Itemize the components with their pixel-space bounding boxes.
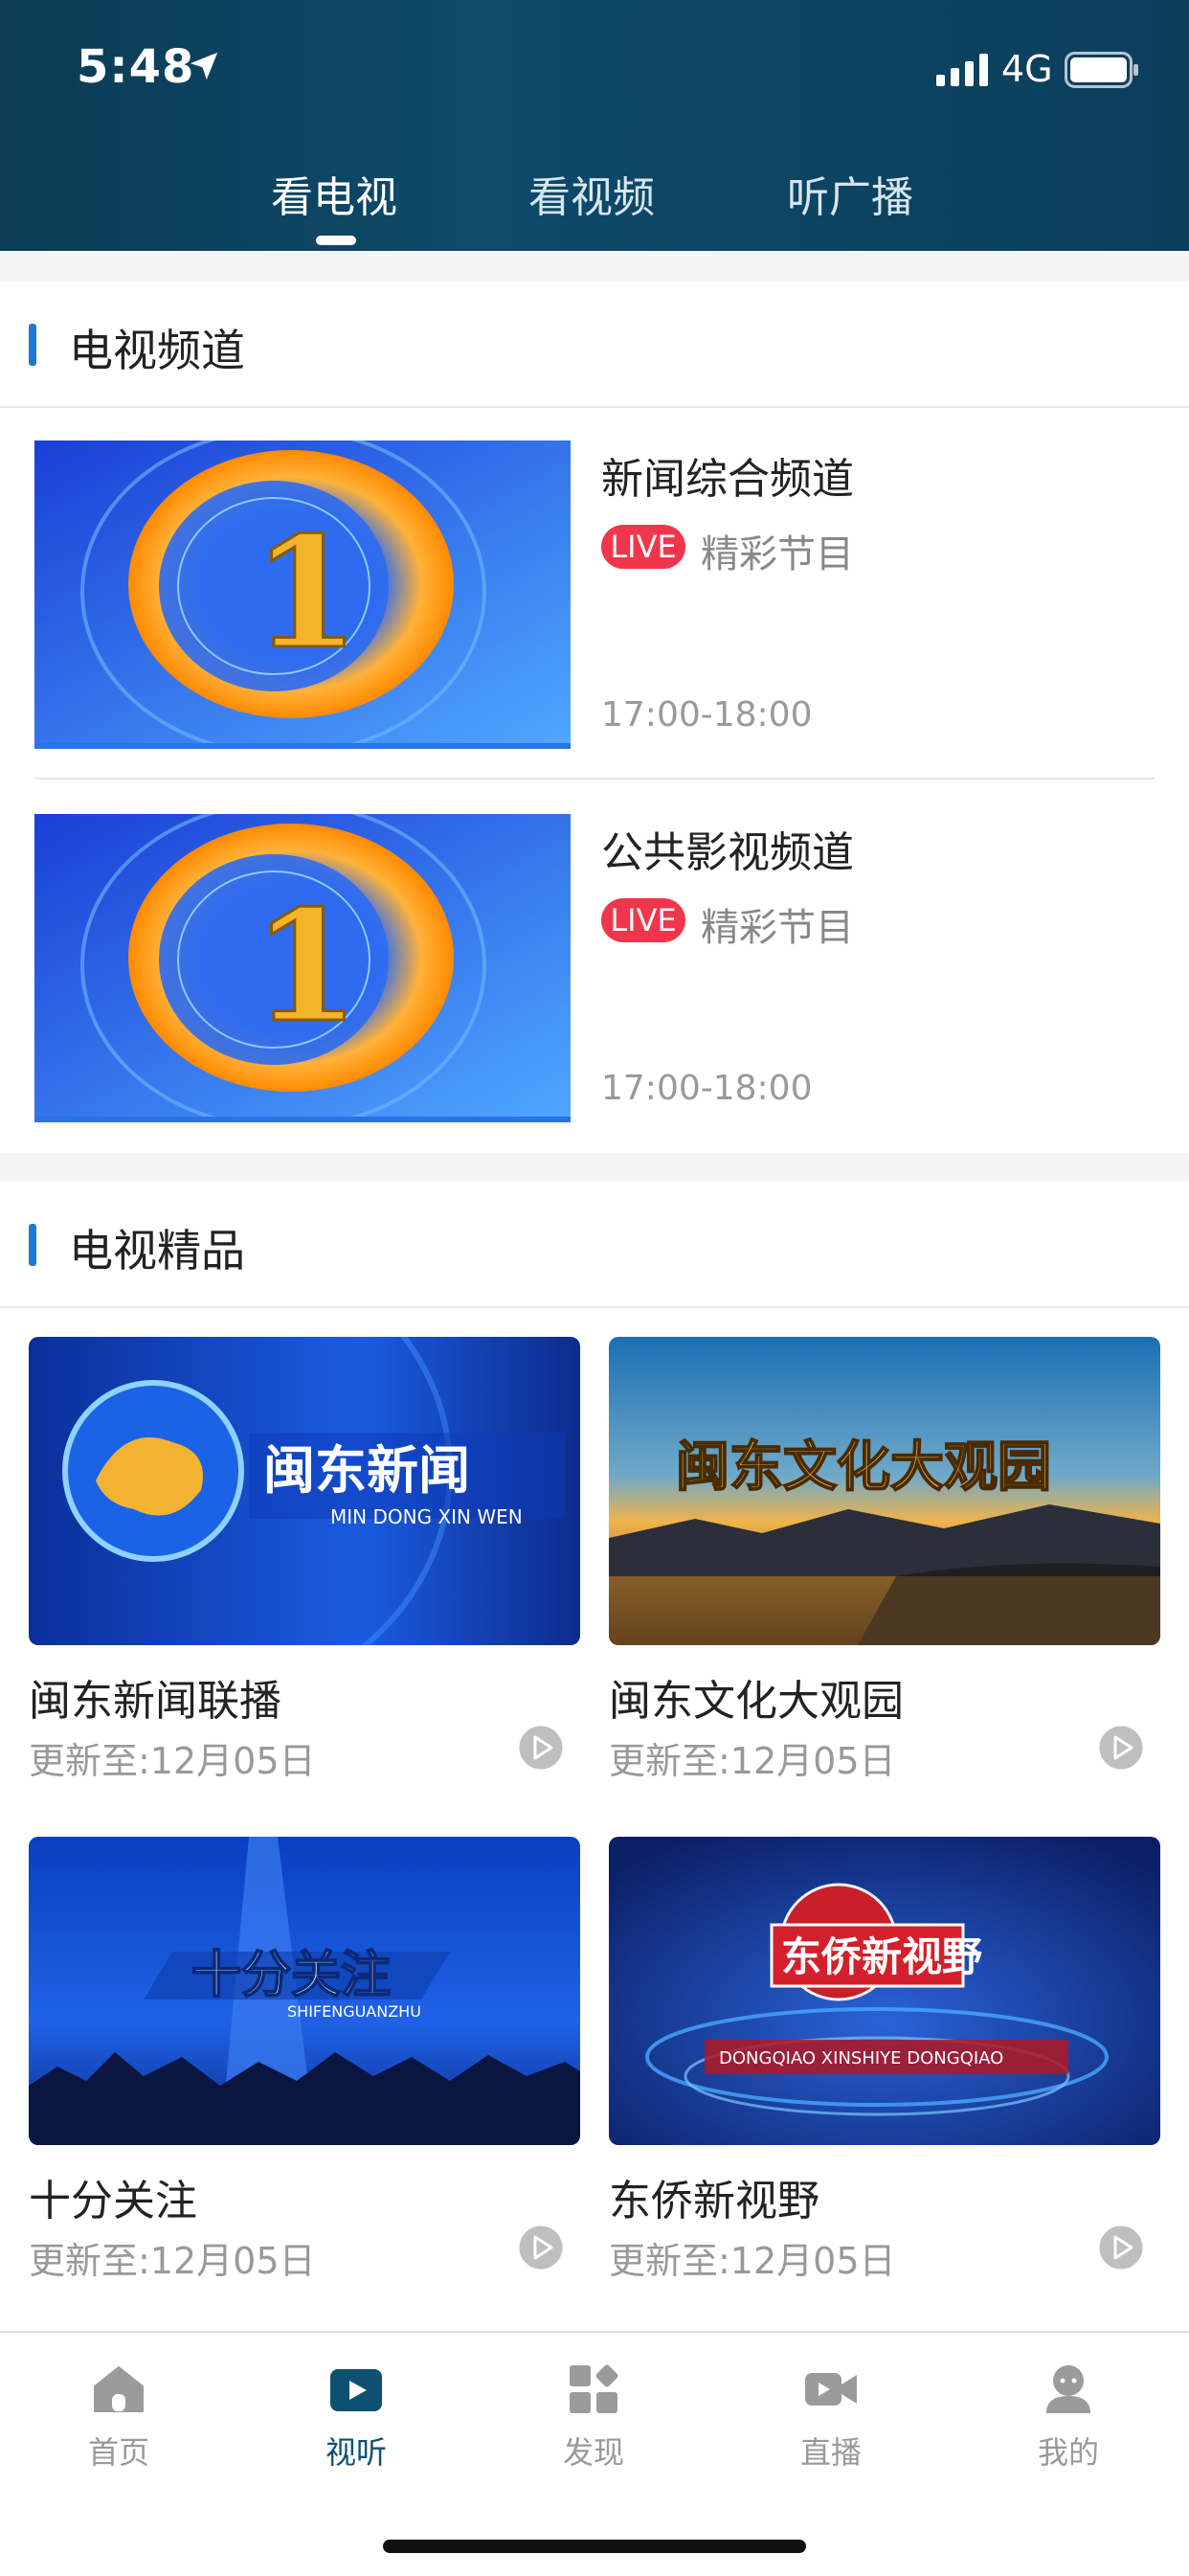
- update-date: 更新至:12月05日: [609, 2240, 896, 2282]
- channel-name: 公共影视频道: [601, 828, 854, 877]
- program-card[interactable]: 东侨新视野 DONGQIAO XINSHIYE DONGQIAO 东侨新视野 更…: [609, 1837, 1160, 2287]
- tab-audiovisual[interactable]: 视听: [299, 2361, 414, 2473]
- channel-logo-text: 1: [253, 876, 359, 1056]
- play-icon[interactable]: [1095, 2222, 1147, 2273]
- program-time: 17:00-18:00: [601, 1069, 813, 1108]
- channel-logo-text: 1: [253, 503, 359, 683]
- header: 5:48 4G 看电视 看视频 听广播: [0, 0, 1189, 251]
- home-indicator[interactable]: [383, 2540, 806, 2553]
- discover-icon: [570, 2364, 618, 2413]
- tab-home[interactable]: 首页: [61, 2361, 176, 2473]
- program-logo-text: 十分关注: [191, 1947, 391, 2004]
- tab-listen-radio[interactable]: 听广播: [787, 163, 913, 224]
- channel-row[interactable]: 1 公共影视频道 LIVE 精彩节目 17:00-18:00: [0, 780, 1189, 1153]
- tab-live[interactable]: 直播: [774, 2361, 888, 2473]
- video-camera-icon: [805, 2373, 857, 2406]
- section-title: 电视频道: [69, 325, 245, 376]
- tab-watch-tv[interactable]: 看电视: [271, 163, 397, 224]
- top-tabs: 看电视 看视频 听广播: [0, 153, 1189, 249]
- program-title: 十分关注: [29, 2177, 197, 2226]
- program-name: 精彩节目: [701, 532, 854, 576]
- location-arrow-icon: [190, 52, 218, 80]
- program-card[interactable]: 十分关注 SHIFENGUANZHU 十分关注 更新至:12月05日: [29, 1837, 580, 2287]
- battery-icon: [1065, 52, 1138, 88]
- channel-name: 新闻综合频道: [601, 455, 854, 504]
- program-logo-text: 闽东新闻: [263, 1440, 470, 1501]
- section-title: 电视精品: [69, 1225, 245, 1277]
- program-title: 闽东新闻联播: [29, 1677, 281, 1726]
- program-thumbnail[interactable]: 闽东新闻 MIN DONG XIN WEN: [29, 1337, 580, 1645]
- tab-label: 发现: [562, 2434, 624, 2471]
- channel-thumbnail[interactable]: 1: [34, 441, 571, 749]
- tab-watch-video[interactable]: 看视频: [528, 163, 655, 224]
- active-tab-indicator: [316, 236, 356, 245]
- tv-premium-section: 电视精品 闽东新闻 MIN DONG XIN WEN 闽东新闻联播 更新至:12…: [0, 1182, 1189, 2331]
- live-badge: LIVE: [601, 898, 685, 942]
- tv-channels-section: 电视频道 1 新闻综合频道 LIVE 精彩节目 17:00-18:00 1 公共…: [0, 282, 1189, 1153]
- tab-label: 直播: [799, 2434, 862, 2471]
- program-logo-subtext: DONGQIAO XINSHIYE DONGQIAO: [719, 2048, 1003, 2068]
- tab-label: 我的: [1037, 2434, 1099, 2471]
- program-thumbnail[interactable]: 闽东文化大观园: [609, 1337, 1160, 1645]
- play-icon[interactable]: [515, 2222, 567, 2273]
- program-name: 精彩节目: [701, 906, 854, 950]
- program-thumbnail[interactable]: 十分关注 SHIFENGUANZHU: [29, 1837, 580, 2145]
- profile-icon: [1046, 2365, 1090, 2413]
- update-date: 更新至:12月05日: [609, 1740, 896, 1782]
- play-icon[interactable]: [515, 1722, 567, 1774]
- section-accent-bar: [29, 1224, 36, 1266]
- update-date: 更新至:12月05日: [29, 1740, 316, 1782]
- play-icon[interactable]: [1095, 1722, 1147, 1774]
- update-date: 更新至:12月05日: [29, 2240, 316, 2282]
- program-title: 东侨新视野: [609, 2177, 819, 2226]
- program-card[interactable]: 闽东文化大观园 闽东文化大观园 更新至:12月05日: [609, 1337, 1160, 1787]
- program-thumbnail[interactable]: 东侨新视野 DONGQIAO XINSHIYE DONGQIAO: [609, 1837, 1160, 2145]
- home-icon: [94, 2366, 144, 2412]
- section-header: 电视精品: [0, 1182, 1189, 1308]
- program-logo-text: 东侨新视野: [781, 1933, 982, 1980]
- tab-label: 首页: [87, 2434, 149, 2471]
- channel-row[interactable]: 1 新闻综合频道 LIVE 精彩节目 17:00-18:00: [0, 406, 1189, 780]
- status-time: 5:48: [77, 40, 195, 94]
- program-time: 17:00-18:00: [601, 695, 813, 734]
- program-card[interactable]: 闽东新闻 MIN DONG XIN WEN 闽东新闻联播 更新至:12月05日: [29, 1337, 580, 1787]
- cellular-signal-icon: [936, 54, 988, 86]
- section-header: 电视频道: [0, 282, 1189, 408]
- program-logo-subtext: MIN DONG XIN WEN: [330, 1505, 523, 1528]
- network-type: 4G: [1001, 48, 1053, 90]
- play-icon: [330, 2369, 382, 2411]
- tab-profile[interactable]: 我的: [1011, 2361, 1126, 2473]
- tab-discover[interactable]: 发现: [536, 2361, 651, 2473]
- status-bar: 5:48 4G: [0, 0, 1189, 134]
- channel-thumbnail[interactable]: 1: [34, 814, 571, 1122]
- live-badge: LIVE: [601, 525, 685, 569]
- section-accent-bar: [29, 324, 36, 366]
- tab-label: 视听: [325, 2434, 387, 2471]
- program-logo-subtext: SHIFENGUANZHU: [287, 2002, 421, 2021]
- program-title: 闽东文化大观园: [609, 1677, 904, 1726]
- bottom-tab-bar: 首页 视听 发现 直播 我的: [0, 2331, 1189, 2576]
- program-logo-text: 闽东文化大观园: [676, 1435, 1051, 1499]
